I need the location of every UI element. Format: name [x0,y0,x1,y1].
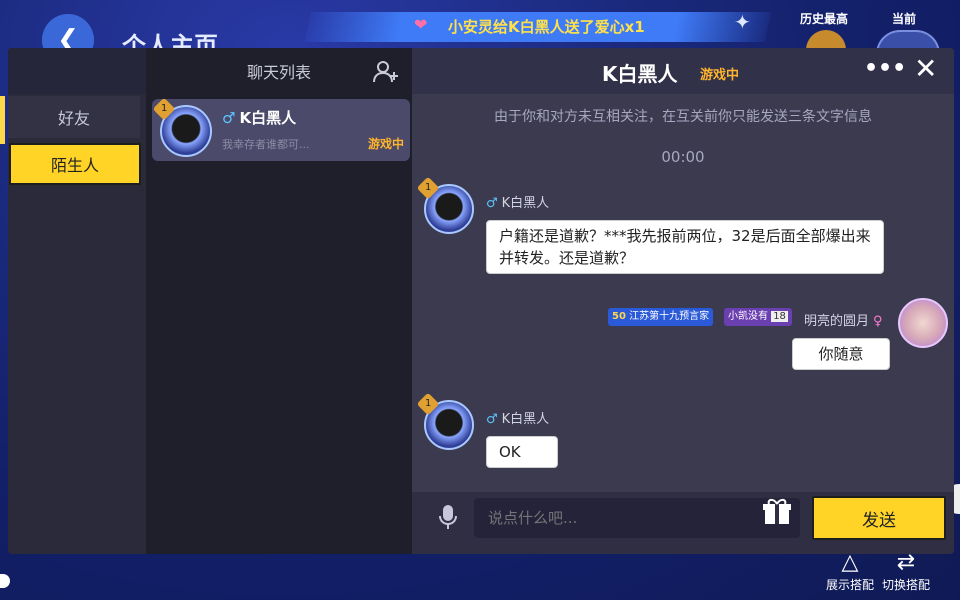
message-bubble: 户籍还是道歉？***我先报前两位，32是后面全部爆出来并转发。还是道歉？ [486,220,884,274]
contact-name: ♂ K白黑人 [222,109,297,127]
sender-name: 明亮的圆月 ♀ [804,314,883,329]
tab-friends[interactable]: 好友 [8,96,140,138]
floating-handle[interactable] [0,574,10,588]
more-icon[interactable]: ••• [864,56,906,81]
avatar[interactable]: 1 [416,176,474,234]
show-outfit-label: 展示搭配 [825,578,874,592]
switch-outfit-button[interactable]: ⇄ 切换搭配 [878,550,934,593]
last-message-preview: 我幸存者谁都可... [222,138,310,151]
male-icon: ♂ [486,196,498,211]
composer: 发送 [412,492,954,554]
avatar[interactable] [898,298,948,348]
history-best-label: 历史最高 [800,12,849,26]
title-tag: 50 江苏第十九预言家 [608,308,714,326]
level-badge: 1 [416,392,440,416]
gift-icon[interactable] [762,498,792,532]
close-icon[interactable]: ✕ [914,52,937,85]
sender-name: ♂ K白黑人 [486,412,550,427]
switch-outfit-label: 切换搭配 [881,578,930,592]
add-friend-icon[interactable] [372,60,400,84]
message-input[interactable] [474,498,800,538]
chat-list: 聊天列表 1 ♂ K白黑人 我幸存者谁都可... 游戏中 [146,48,412,554]
status-badge: 游戏中 [700,68,740,83]
show-outfit-button[interactable]: △ 展示搭配 [822,550,878,593]
broadcast-text: 小安灵给K白黑人送了爱心x1 [448,18,645,36]
guard-tag: 小凯没有 18 [724,308,792,326]
conversation: K白黑人 游戏中 ••• ✕ 由于你和对方未互相关注，在互关前你只能发送三条文字… [412,48,954,554]
side-indicator [0,96,5,144]
category-sidebar: 好友 陌生人 [8,48,146,554]
heart-icon: ❤ [414,15,428,34]
star-icon: ✦ [734,10,751,34]
current-label: 当前 [892,12,917,26]
level-badge: 1 [416,176,440,200]
conversation-title: K白黑人 [602,62,678,86]
status-badge: 游戏中 [367,137,404,151]
message-bubble: OK [486,436,558,468]
male-icon: ♂ [486,412,498,427]
avatar[interactable]: 1 [416,392,474,450]
sender-name: ♂ K白黑人 [486,196,550,211]
chat-panel: 好友 陌生人 聊天列表 1 ♂ K白黑人 我幸存者谁都可... 游戏中 K白黑人 … [8,48,954,554]
level-badge: 1 [152,97,176,121]
conversation-header: K白黑人 游戏中 ••• ✕ [412,48,954,94]
follow-notice: 由于你和对方未互相关注，在互关前你只能发送三条文字信息 [494,109,872,125]
tab-strangers[interactable]: 陌生人 [9,143,141,185]
male-icon: ♂ [222,109,236,127]
list-item[interactable]: 1 ♂ K白黑人 我幸存者谁都可... 游戏中 [152,97,410,161]
send-button[interactable]: 发送 [812,496,946,540]
mic-icon[interactable] [438,504,458,536]
avatar: 1 [152,97,212,157]
message-bubble: 你随意 [792,338,890,370]
timestamp: 00:00 [661,148,705,166]
female-icon: ♀ [873,314,883,329]
